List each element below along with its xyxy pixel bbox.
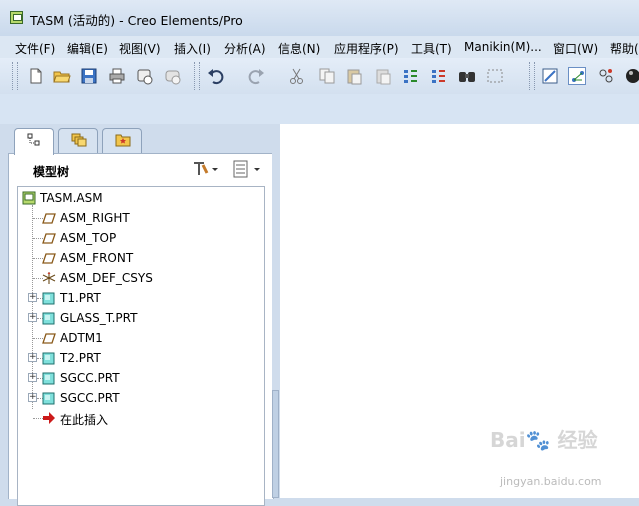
tree-item[interactable]: ASM_RIGHT [18, 209, 258, 227]
model-tree[interactable]: TASM.ASM ASM_RIGHT ASM_TOP ASM_FRONT ASM… [17, 186, 265, 506]
tab-favorites[interactable] [102, 128, 142, 153]
model-tree-tab-icon [27, 133, 41, 150]
open-icon[interactable] [53, 67, 71, 85]
tree-item-label: ASM_TOP [60, 231, 117, 245]
undo-icon[interactable] [207, 67, 225, 85]
expand-toggle[interactable]: + [28, 313, 37, 322]
watermark-url: jingyan.baidu.com [500, 475, 602, 488]
redo-icon[interactable] [247, 67, 265, 85]
spin-center-icon[interactable] [568, 67, 586, 85]
navigator-panel: 模型树 TASM.ASM ASM_RIGHT ASM_TOP ASM_FRONT… [0, 124, 280, 506]
toolbar-grip[interactable] [529, 62, 535, 90]
part-icon [42, 371, 56, 385]
toolbar-grip[interactable] [12, 62, 18, 90]
app-icon [10, 11, 23, 24]
copy-icon[interactable] [318, 67, 336, 85]
tree-item-label: 在此插入 [60, 413, 109, 427]
menu-manikin[interactable]: Manikin(M)... [464, 40, 542, 54]
tree-item[interactable]: + SGCC.PRT [18, 389, 258, 407]
mail-icon[interactable] [164, 67, 182, 85]
tree-item[interactable]: TASM.ASM [18, 189, 258, 207]
menu-info[interactable]: 信息(N) [278, 40, 320, 57]
part-icon [42, 391, 56, 405]
menu-help[interactable]: 帮助( [610, 40, 639, 57]
tree-item[interactable]: ADTM1 [18, 329, 258, 347]
datum-plane-icon [42, 251, 56, 265]
repaint-icon[interactable] [541, 67, 559, 85]
watermark: Bai🐾 经验 [490, 428, 598, 452]
main-toolbar [0, 58, 639, 94]
paste-special-icon[interactable] [374, 67, 392, 85]
tree-item-label: ADTM1 [60, 331, 103, 345]
toolbar-grip[interactable] [194, 62, 200, 90]
datum-plane-icon [42, 231, 56, 245]
menu-view[interactable]: 视图(V) [119, 40, 161, 57]
menu-analysis[interactable]: 分析(A) [224, 40, 266, 57]
menu-insert[interactable]: 插入(I) [174, 40, 211, 57]
menu-applications[interactable]: 应用程序(P) [334, 40, 399, 57]
tree-item-insert-here[interactable]: 在此插入 [18, 409, 258, 427]
send-icon[interactable] [136, 67, 154, 85]
tree-item[interactable]: + T1.PRT [18, 289, 258, 307]
tree-item[interactable]: ASM_TOP [18, 229, 258, 247]
secondary-toolbar [0, 94, 639, 124]
expand-toggle[interactable]: + [28, 353, 37, 362]
part-icon [42, 311, 56, 325]
tree-show-icon[interactable] [231, 159, 265, 179]
tab-model-tree[interactable] [14, 128, 54, 155]
part-icon [42, 291, 56, 305]
panel-scrollbar[interactable] [272, 390, 279, 498]
tree-item-label: TASM.ASM [40, 191, 103, 205]
menu-file[interactable]: 文件(F) [15, 40, 55, 57]
tree-item-label: SGCC.PRT [60, 391, 120, 405]
tree-item-label: SGCC.PRT [60, 371, 120, 385]
tree-item-label: ASM_RIGHT [60, 211, 130, 225]
save-icon[interactable] [80, 67, 98, 85]
find-icon[interactable] [458, 67, 476, 85]
datum-plane-icon [42, 211, 56, 225]
menu-bar: 文件(F) 编辑(E) 视图(V) 插入(I) 分析(A) 信息(N) 应用程序… [0, 36, 639, 58]
cut-icon[interactable] [288, 67, 306, 85]
expand-toggle[interactable]: + [28, 393, 37, 402]
expand-toggle[interactable]: + [28, 373, 37, 382]
assembly-icon [22, 191, 36, 205]
expand-toggle[interactable]: + [28, 293, 37, 302]
favorites-tab-icon [115, 133, 131, 150]
select-box-icon[interactable] [486, 67, 504, 85]
shading-icon[interactable] [624, 67, 639, 85]
model-tree-panel: 模型树 TASM.ASM ASM_RIGHT ASM_TOP ASM_FRONT… [8, 153, 274, 506]
tree-item-label: ASM_FRONT [60, 251, 134, 265]
tree-item-label: ASM_DEF_CSYS [60, 271, 153, 285]
tree-item[interactable]: ASM_FRONT [18, 249, 258, 267]
tree-item-label: GLASS_T.PRT [60, 311, 138, 325]
tree-item-label: T1.PRT [60, 291, 101, 305]
csys-icon [42, 271, 56, 285]
datum-plane-icon [42, 331, 56, 345]
window-title: TASM (活动的) - Creo Elements/Pro [30, 13, 243, 28]
tree-item[interactable]: + T2.PRT [18, 349, 258, 367]
menu-window[interactable]: 窗口(W) [553, 40, 598, 57]
model-tree-title: 模型树 [33, 165, 70, 179]
new-icon[interactable] [27, 67, 45, 85]
menu-edit[interactable]: 编辑(E) [67, 40, 108, 57]
insert-here-arrow-icon [42, 411, 56, 425]
tree-item-label: T2.PRT [60, 351, 101, 365]
menu-tools[interactable]: 工具(T) [411, 40, 452, 57]
print-icon[interactable] [108, 67, 126, 85]
title-bar: TASM (活动的) - Creo Elements/Pro [0, 0, 639, 36]
tree-item[interactable]: + SGCC.PRT [18, 369, 258, 387]
orient-icon[interactable] [597, 67, 615, 85]
regenerate-icon[interactable] [402, 67, 420, 85]
part-icon [42, 351, 56, 365]
tab-layers[interactable] [58, 128, 98, 153]
regen-manager-icon[interactable] [430, 67, 448, 85]
paste-icon[interactable] [345, 67, 363, 85]
tree-item[interactable]: ASM_DEF_CSYS [18, 269, 258, 287]
tree-settings-icon[interactable] [191, 159, 221, 179]
layer-tab-icon [71, 133, 87, 150]
tree-item[interactable]: + GLASS_T.PRT [18, 309, 258, 327]
